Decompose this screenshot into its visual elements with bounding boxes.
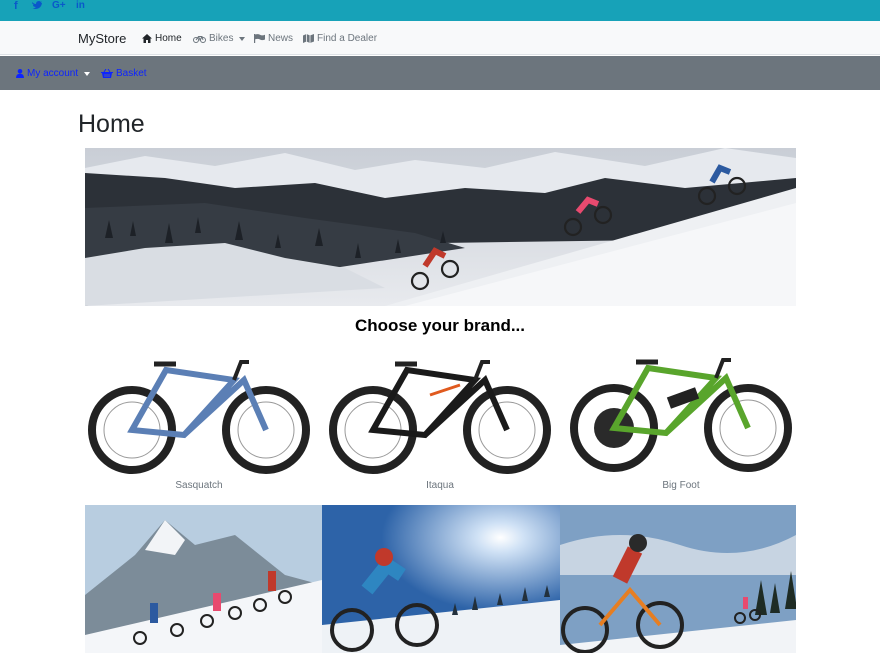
nav-news-label: News bbox=[268, 33, 294, 44]
brand-name: Big Foot bbox=[662, 480, 700, 491]
main-navbar: MyStore Home Bikes News Find a Dealer bbox=[0, 21, 880, 55]
social-bar: f G+ in bbox=[0, 0, 880, 21]
brand-card-itaqua[interactable]: Itaqua bbox=[325, 350, 555, 495]
nav-bikes-label: Bikes bbox=[209, 33, 234, 44]
nav-home[interactable]: Home bbox=[142, 33, 182, 44]
googleplus-icon[interactable]: G+ bbox=[52, 0, 66, 11]
basket-label: Basket bbox=[116, 68, 147, 79]
page-title: Home bbox=[78, 110, 145, 138]
user-icon bbox=[16, 69, 24, 78]
brand-name: Sasquatch bbox=[175, 480, 223, 491]
map-icon bbox=[303, 34, 314, 43]
bicycle-icon bbox=[193, 35, 206, 43]
my-account-label: My account bbox=[27, 68, 79, 79]
gallery-image-mountain-riders bbox=[85, 505, 322, 653]
gallery-image-rider-sun bbox=[322, 505, 560, 653]
nav-find-dealer-label: Find a Dealer bbox=[317, 33, 378, 44]
bike-image bbox=[88, 360, 310, 474]
nav-find-dealer[interactable]: Find a Dealer bbox=[303, 33, 377, 44]
chevron-down-icon bbox=[239, 36, 246, 41]
choose-brand-heading: Choose your brand... bbox=[354, 316, 526, 335]
brand-card-sasquatch[interactable]: Sasquatch bbox=[84, 350, 314, 495]
chevron-down-icon bbox=[84, 71, 91, 76]
linkedin-icon[interactable]: in bbox=[76, 0, 85, 11]
bike-image bbox=[329, 360, 551, 474]
flag-icon bbox=[254, 34, 265, 43]
nav-home-label: Home bbox=[155, 33, 182, 44]
basket-link[interactable]: Basket bbox=[101, 68, 147, 79]
twitter-icon[interactable] bbox=[31, 0, 42, 13]
bike-image bbox=[570, 358, 792, 472]
my-account-dropdown[interactable]: My account bbox=[16, 68, 91, 79]
gallery-image-rider-forest bbox=[560, 505, 796, 653]
brand-logo[interactable]: MyStore bbox=[78, 31, 126, 46]
facebook-icon[interactable]: f bbox=[14, 0, 18, 12]
nav-news[interactable]: News bbox=[254, 33, 293, 44]
brand-name: Itaqua bbox=[426, 480, 454, 491]
nav-bikes-dropdown[interactable]: Bikes bbox=[193, 33, 246, 44]
home-icon bbox=[142, 34, 152, 43]
basket-icon bbox=[101, 69, 113, 78]
account-bar: My account Basket bbox=[0, 56, 880, 90]
brand-card-big-foot[interactable]: Big Foot bbox=[566, 350, 796, 495]
hero-banner-image bbox=[85, 148, 796, 306]
